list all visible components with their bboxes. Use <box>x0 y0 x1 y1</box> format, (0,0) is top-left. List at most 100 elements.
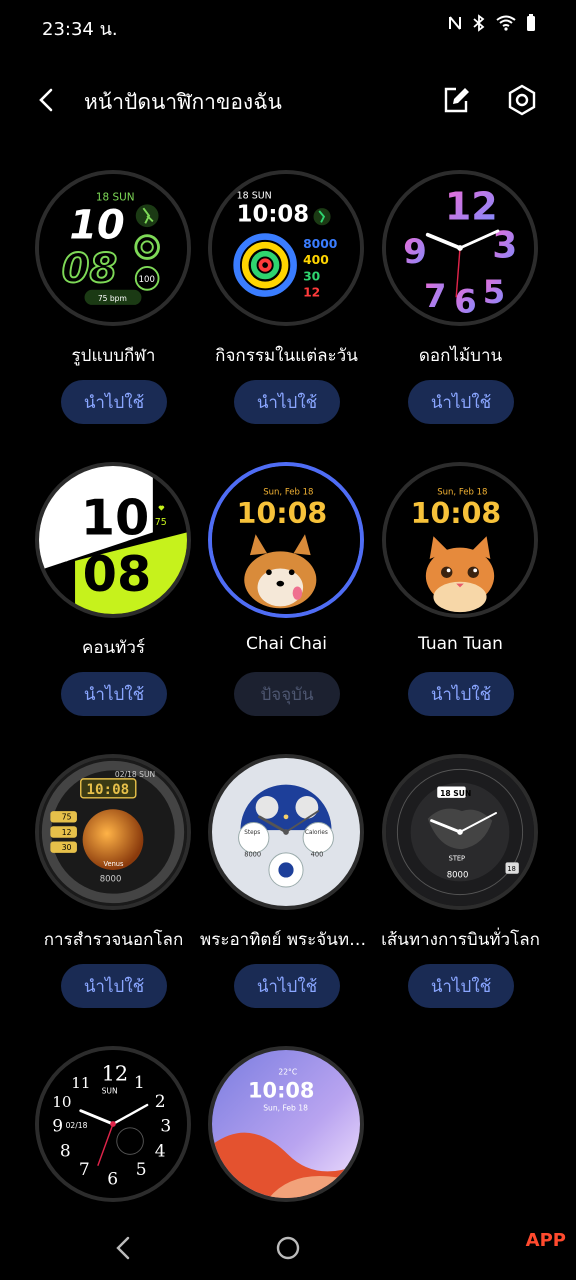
nav-back-button[interactable] <box>110 1230 136 1266</box>
face-stat-minutes: 30 <box>303 269 320 283</box>
face-time: 10:08 <box>248 1078 314 1102</box>
face-numeral-4: 4 <box>155 1141 166 1161</box>
face-left-value: 8000 <box>244 851 261 859</box>
face-numeral-11: 11 <box>71 1074 90 1092</box>
watch-face-preview[interactable]: 02/18 SUN 10:08 Venus 75 12 30 8000 <box>35 754 191 910</box>
face-numeral-8: 8 <box>60 1141 71 1161</box>
apply-button[interactable]: นำไปใช้ <box>61 380 167 424</box>
watch-face-name: การสำรวจนอกโลก <box>43 930 184 950</box>
face-steps: 8000 <box>447 871 469 881</box>
face-temp: 22°C <box>278 1068 297 1077</box>
nav-home-button[interactable] <box>274 1230 302 1266</box>
face-date: 02/18 <box>66 1121 88 1130</box>
face-stat-1: 75 <box>62 813 72 822</box>
svg-text:5: 5 <box>483 273 505 311</box>
bluetooth-icon <box>473 14 485 32</box>
face-date: Sun, Feb 18 <box>263 1104 308 1113</box>
status-time: 23:34 น. <box>42 19 118 40</box>
face-numeral-7: 7 <box>79 1160 90 1180</box>
face-left-label: Steps <box>244 830 260 836</box>
status-bar: 23:34 น. <box>0 0 576 52</box>
face-date: Sun, Feb 18 <box>437 487 487 497</box>
edit-icon <box>444 87 469 113</box>
watch-face-preview[interactable]: 12 3 9 7 6 5 <box>382 170 538 326</box>
face-numeral-1: 1 <box>134 1073 145 1093</box>
current-face-badge: ปัจจุบัน <box>234 672 340 716</box>
watch-face-name: เส้นทางการบินทั่วโลก <box>381 930 540 950</box>
apply-button[interactable]: นำไปใช้ <box>61 964 167 1008</box>
nfc-icon <box>449 16 461 30</box>
face-date: 02/18 SUN <box>115 770 155 779</box>
face-time: 10:08 <box>411 497 502 530</box>
app-header: หน้าปัดนาฬิกาของฉัน <box>0 72 576 128</box>
watch-face-preview[interactable]: Sun, Feb 18 10:08 <box>382 462 538 618</box>
face-minute: 08 <box>62 246 117 292</box>
watch-face-preview-selected[interactable]: Sun, Feb 18 10:08 <box>208 462 364 618</box>
svg-text:9: 9 <box>403 232 427 272</box>
face-numeral-10: 10 <box>52 1093 71 1111</box>
apply-button[interactable]: นำไปใช้ <box>408 964 514 1008</box>
face-bpm: 75 bpm <box>98 294 127 303</box>
page-title: หน้าปัดนาฬิกาของฉัน <box>84 90 282 114</box>
face-date: Sun, Feb 18 <box>263 487 313 497</box>
watch-face-preview[interactable]: Steps 8000 Calories 400 <box>208 754 364 910</box>
face-step-label: STEP <box>449 854 465 862</box>
watermark-logo: APP <box>525 1230 566 1251</box>
edit-button[interactable] <box>438 82 474 118</box>
navigation-bar: APP <box>0 1220 576 1280</box>
face-minute: 08 <box>83 545 152 603</box>
face-right-label: Calories <box>305 830 328 836</box>
watch-face-preview[interactable]: 18 SUN STEP 8000 18 <box>382 754 538 910</box>
watch-face-name: ดอกไม้บาน <box>418 346 503 366</box>
face-stat-hours: 12 <box>303 285 320 299</box>
watch-face-name: รูปแบบกีฬา <box>71 346 156 366</box>
face-hour: 10 <box>69 203 124 249</box>
face-numeral-2: 2 <box>155 1092 166 1112</box>
watch-face-preview[interactable]: 10 08 75 <box>35 462 191 618</box>
apply-button[interactable]: นำไปใช้ <box>408 380 514 424</box>
face-time: 10:08 <box>86 782 129 798</box>
watch-face-name: Tuan Tuan <box>418 634 503 654</box>
face-ring: 100 <box>139 275 155 285</box>
apply-button[interactable]: นำไปใช้ <box>61 672 167 716</box>
svg-text:6: 6 <box>454 283 476 321</box>
face-numeral-12: 12 <box>102 1061 129 1085</box>
face-right-value: 400 <box>311 851 324 859</box>
chevron-left-icon <box>39 88 53 112</box>
svg-text:12: 12 <box>445 185 498 229</box>
apply-button[interactable]: นำไปใช้ <box>234 964 340 1008</box>
face-hour: 10 <box>81 488 150 546</box>
back-button[interactable] <box>30 82 62 118</box>
watch-face-name: กิจกรรมในแต่ละวัน <box>215 346 358 366</box>
watch-face-preview[interactable]: 18 SUN 10:08 8000 400 30 12 <box>208 170 364 326</box>
watch-face-name: คอนทัวร์ <box>81 638 146 658</box>
apply-button[interactable]: นำไปใช้ <box>234 380 340 424</box>
status-icons <box>448 14 536 32</box>
settings-button[interactable] <box>504 82 540 118</box>
face-stat-steps: 8000 <box>303 237 337 251</box>
face-numeral-6: 6 <box>107 1170 118 1190</box>
watch-face-name: พระอาทิตย์ พระจันทร์และดวงดาว <box>200 930 373 950</box>
nav-back-icon <box>116 1236 130 1260</box>
face-date: 18 SUN <box>237 191 272 202</box>
face-numeral-9: 9 <box>52 1117 63 1137</box>
face-stat-2: 12 <box>62 828 72 837</box>
wifi-icon <box>496 15 516 31</box>
watch-face-preview[interactable]: 22°C 10:08 Sun, Feb 18 <box>208 1046 364 1202</box>
face-numeral-3: 3 <box>160 1117 171 1137</box>
face-heart: 75 <box>155 517 167 528</box>
svg-text:7: 7 <box>424 277 446 315</box>
face-day: SUN <box>102 1087 118 1096</box>
face-stat-3: 30 <box>62 843 72 852</box>
apply-button[interactable]: นำไปใช้ <box>408 672 514 716</box>
watch-face-name: Chai Chai <box>246 634 327 654</box>
settings-icon <box>508 84 536 116</box>
face-time: 10:08 <box>237 201 309 227</box>
face-steps: 8000 <box>100 874 122 884</box>
watch-face-preview[interactable]: 12 1 2 3 4 5 6 7 8 9 10 11 SUN 02/18 <box>35 1046 191 1202</box>
face-planet: Venus <box>104 860 124 868</box>
face-time: 10:08 <box>237 497 328 530</box>
face-date: 18 SUN <box>440 789 471 798</box>
watch-face-preview[interactable]: 18 SUN 10 08 100 75 bpm <box>35 170 191 326</box>
face-day: 18 <box>507 865 515 873</box>
